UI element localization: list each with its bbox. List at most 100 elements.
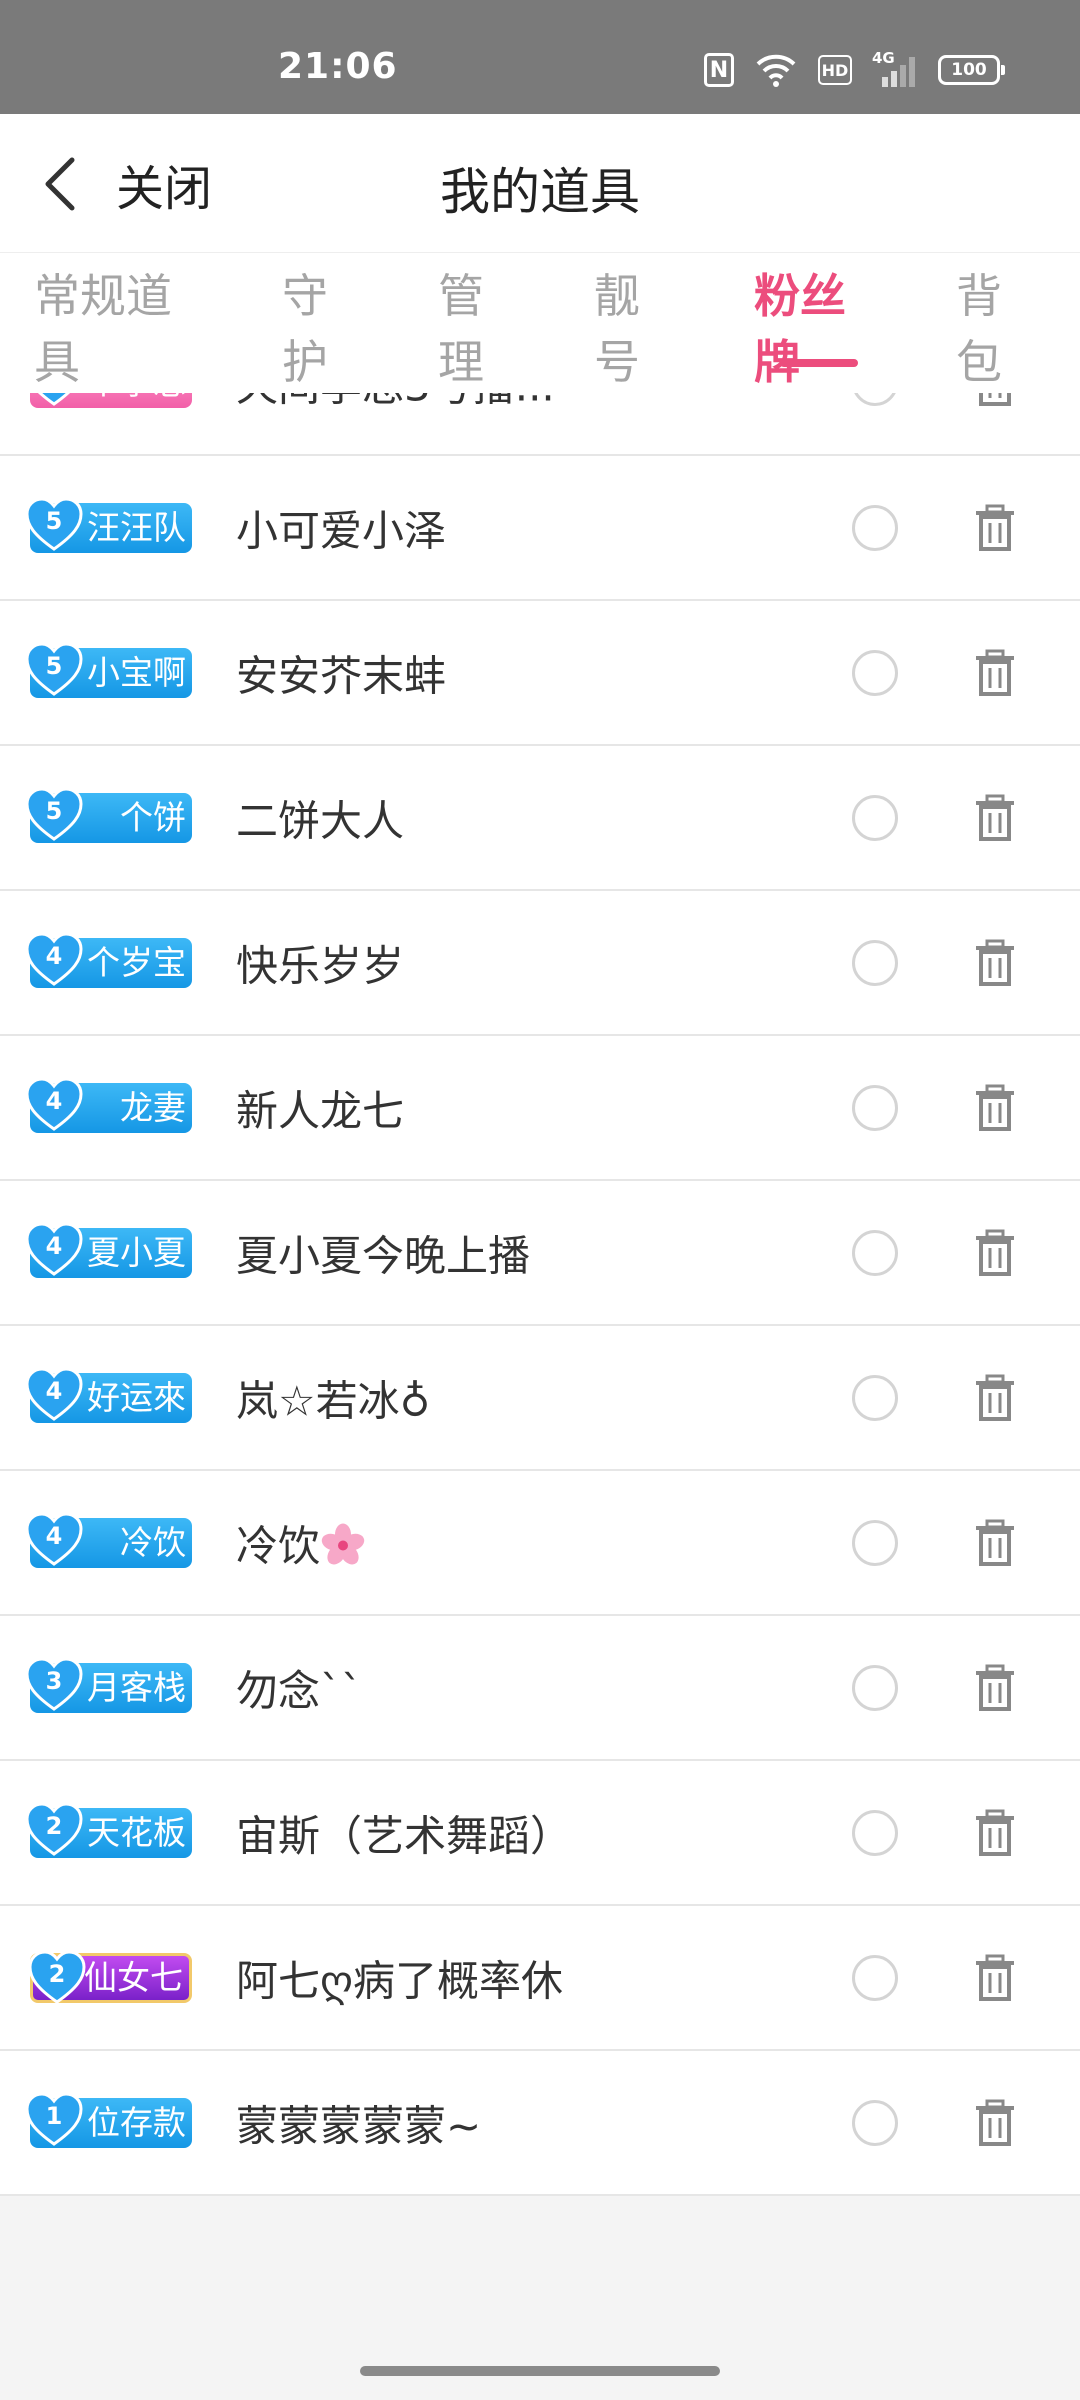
fan-badge: 4 个岁宝 <box>25 931 192 988</box>
list-item[interactable]: 5 汪汪队 小可爱小泽 <box>0 456 1080 601</box>
signal-icon: 4G <box>872 49 918 87</box>
anchor-name: 安安芥末蚌 <box>236 651 447 700</box>
home-indicator[interactable] <box>360 2366 720 2376</box>
select-radio[interactable] <box>852 1954 898 2001</box>
select-radio[interactable] <box>852 649 898 696</box>
tab-fan-badge[interactable]: 粉丝牌 <box>754 263 854 393</box>
battery-icon: 100 <box>938 55 1005 85</box>
list-item[interactable]: 2 天花板 宙斯（艺术舞蹈） <box>0 1761 1080 1906</box>
badge-level: 1 <box>24 2090 84 2150</box>
badge-level: 5 <box>24 495 84 555</box>
list-item[interactable]: 4 个岁宝 快乐岁岁 <box>0 891 1080 1036</box>
header: 关闭 我的道具 <box>0 114 1080 252</box>
list-item[interactable]: 4 好运來 岚☆若冰♁ <box>0 1326 1080 1471</box>
list-item[interactable]: 3 月客栈 勿念`` <box>0 1616 1080 1761</box>
select-radio[interactable] <box>852 2099 898 2146</box>
delete-button[interactable] <box>974 1664 1016 1712</box>
tab-management[interactable]: 管理 <box>438 263 488 393</box>
list-item[interactable]: 4 夏小夏 夏小夏今晚上播 <box>0 1181 1080 1326</box>
fan-badge: 5 汪汪队 <box>25 496 192 553</box>
badge-label: 个饼 <box>120 797 186 837</box>
trash-icon <box>976 1954 1014 2001</box>
anchor-name: 宙斯（艺术舞蹈） <box>236 1811 573 1860</box>
delete-button[interactable] <box>974 1519 1016 1567</box>
trash-icon <box>976 794 1014 841</box>
select-radio[interactable] <box>852 504 898 551</box>
list-item[interactable]: 2 仙女七 阿七ღ病了概率休 <box>0 1906 1080 2051</box>
select-radio[interactable] <box>852 1809 898 1856</box>
delete-button[interactable] <box>974 649 1016 697</box>
anchor-name: 勿念`` <box>236 1666 363 1715</box>
tab-backpack[interactable]: 背包 <box>956 263 1006 393</box>
cherry-blossom-icon <box>320 1522 366 1568</box>
badge-label: 小宝啊 <box>87 652 186 692</box>
trash-icon <box>976 504 1014 551</box>
trash-icon <box>976 939 1014 986</box>
status-icons: N HD 4G 100 <box>704 49 1005 90</box>
trash-icon <box>976 1519 1014 1566</box>
fan-badge: 4 夏小夏 <box>25 1221 192 1278</box>
badge-label: 天花板 <box>87 1812 186 1852</box>
badge-label: 位存款 <box>87 2102 186 2142</box>
delete-button[interactable] <box>974 1954 1016 2002</box>
hd-icon: HD <box>818 55 852 85</box>
anchor-name: 新人龙七 <box>236 1086 405 1135</box>
status-bar: 21:06 N HD 4G 100 <box>0 0 1080 114</box>
fan-badge: 4 冷饮 <box>25 1511 192 1568</box>
delete-button[interactable] <box>974 1229 1016 1277</box>
list-item[interactable]: 1 位存款 蒙蒙蒙蒙蒙~ <box>0 2051 1080 2196</box>
trash-icon <box>976 1664 1014 1711</box>
badge-level: 2 <box>24 1800 84 1860</box>
anchor-name: 夏小夏今晚上播 <box>236 1231 531 1280</box>
badge-level: 4 <box>24 1075 84 1135</box>
list-item[interactable]: 4 龙妻 新人龙七 <box>0 1036 1080 1181</box>
select-radio[interactable] <box>852 1229 898 1276</box>
anchor-name: 阿七ღ病了概率休 <box>236 1956 564 2005</box>
badge-label: 冷饮 <box>120 1522 186 1562</box>
badge-level: 2 <box>27 1948 87 2008</box>
delete-button[interactable] <box>974 939 1016 987</box>
fan-badge: 2 天花板 <box>25 1801 192 1858</box>
anchor-name: 冷饮 <box>236 1512 366 1573</box>
badge-level: 4 <box>24 1220 84 1280</box>
anchor-name: 蒙蒙蒙蒙蒙~ <box>236 2101 482 2150</box>
select-radio[interactable] <box>852 1374 898 1421</box>
badge-label: 仙女七 <box>84 1957 183 1997</box>
badge-level: 5 <box>24 640 84 700</box>
status-time: 21:06 <box>278 46 398 87</box>
tab-regular-items[interactable]: 常规道具 <box>34 263 184 393</box>
select-radio[interactable] <box>852 1519 898 1566</box>
badge-level: 4 <box>24 930 84 990</box>
trash-icon <box>976 1229 1014 1276</box>
badge-label: 个岁宝 <box>87 942 186 982</box>
delete-button[interactable] <box>974 1374 1016 1422</box>
anchor-name: 小可爱小泽 <box>236 506 447 555</box>
delete-button[interactable] <box>974 1084 1016 1132</box>
select-radio[interactable] <box>852 794 898 841</box>
list-item[interactable]: 5 个饼 二饼大人 <box>0 746 1080 891</box>
delete-button[interactable] <box>974 2099 1016 2147</box>
tab-guard[interactable]: 守护 <box>282 263 332 393</box>
select-radio[interactable] <box>852 939 898 986</box>
badge-label: 龙妻 <box>120 1087 186 1127</box>
list-item[interactable]: 5 小宝啊 安安芥末蚌 <box>0 601 1080 746</box>
delete-button[interactable] <box>974 1809 1016 1857</box>
delete-button[interactable] <box>974 794 1016 842</box>
nfc-icon: N <box>704 53 734 87</box>
delete-button[interactable] <box>974 504 1016 552</box>
fan-badge: 4 龙妻 <box>25 1076 192 1133</box>
trash-icon <box>976 1084 1014 1131</box>
active-tab-indicator <box>780 359 858 367</box>
fan-badge: 4 好运來 <box>25 1366 192 1423</box>
select-radio[interactable] <box>852 1664 898 1711</box>
trash-icon <box>976 649 1014 696</box>
badge-level: 5 <box>24 785 84 845</box>
list-item[interactable]: 4 冷饮 冷饮 <box>0 1471 1080 1616</box>
badge-label: 汪汪队 <box>87 507 186 547</box>
badge-level: 4 <box>24 1365 84 1425</box>
trash-icon <box>976 2099 1014 2146</box>
tab-pretty-number[interactable]: 靓号 <box>594 263 644 393</box>
trash-icon <box>976 1374 1014 1421</box>
badge-label: 夏小夏 <box>87 1232 186 1272</box>
select-radio[interactable] <box>852 1084 898 1131</box>
